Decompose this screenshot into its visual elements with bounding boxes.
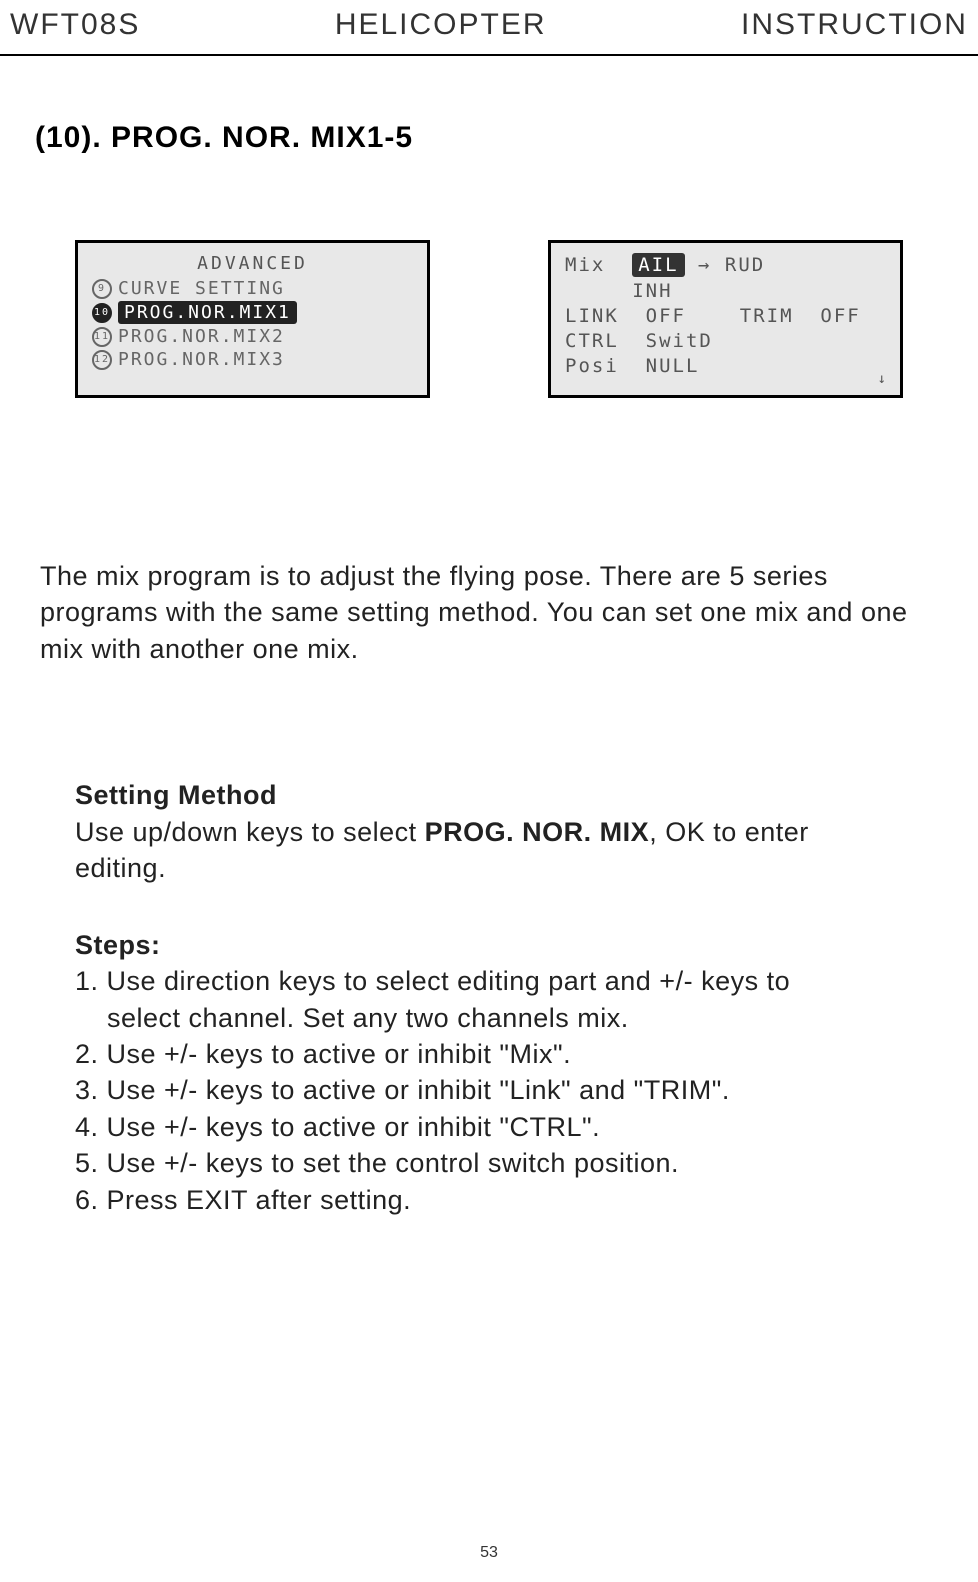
steps-block: Steps: 1. Use direction keys to select e… [75,927,903,1219]
menu-num-icon: 9 [92,279,112,299]
link-value: OFF [646,305,686,327]
menu-num-icon: 11 [92,327,112,347]
description-text: The mix program is to adjust the flying … [40,558,938,667]
menu-item-label: PROG.NOR.MIX1 [118,301,297,324]
posi-row: Posi NULL [565,355,886,377]
step-line: 3. Use +/- keys to active or inhibit "Li… [75,1072,903,1108]
menu-item-prog-mix2: 11 PROG.NOR.MIX2 [92,326,413,347]
step-line: select channel. Set any two channels mix… [75,1000,903,1036]
header-center: HELICOPTER [335,8,547,42]
sm-text-before: Use up/down keys to select [75,817,425,847]
page-header: WFT08S HELICOPTER INSTRUCTION [0,0,978,56]
trim-label: TRIM [740,305,794,327]
step-line: 5. Use +/- keys to set the control switc… [75,1145,903,1181]
step-line: 4. Use +/- keys to active or inhibit "CT… [75,1109,903,1145]
step-line: 2. Use +/- keys to active or inhibit "Mi… [75,1036,903,1072]
mix-row: Mix AIL → RUD [565,253,886,277]
mix-to-value: RUD [725,254,765,276]
ctrl-value: SwitD [646,330,713,352]
sm-bold-term: PROG. NOR. MIX [425,817,650,847]
lcd-screen-advanced: ADVANCED 9 CURVE SETTING 10 PROG.NOR.MIX… [75,240,430,398]
setting-method-section: Setting Method Use up/down keys to selec… [75,777,903,1218]
menu-item-prog-mix3: 12 PROG.NOR.MIX3 [92,349,413,370]
page-number: 53 [480,1544,498,1562]
menu-num-icon: 12 [92,350,112,370]
menu-item-label: PROG.NOR.MIX3 [118,349,285,370]
menu-item-label: PROG.NOR.MIX2 [118,326,285,347]
link-label: LINK [565,305,619,327]
steps-heading: Steps: [75,927,903,963]
step-line: 6. Press EXIT after setting. [75,1182,903,1218]
header-left: WFT08S [10,8,140,42]
mix-label: Mix [565,254,605,276]
lcd-screen-mix: Mix AIL → RUD INH LINK OFF TRIM OFF CTRL… [548,240,903,398]
link-trim-row: LINK OFF TRIM OFF [565,305,886,327]
screens-row: ADVANCED 9 CURVE SETTING 10 PROG.NOR.MIX… [75,240,903,398]
inh-row: INH [565,280,886,302]
ctrl-row: CTRL SwitD [565,330,886,352]
menu-item-curve-setting: 9 CURVE SETTING [92,278,413,299]
mix-from-value: AIL [632,253,684,277]
menu-num-icon: 10 [92,303,112,323]
setting-method-text: Use up/down keys to select PROG. NOR. MI… [75,814,903,887]
screen1-title: ADVANCED [92,253,413,274]
setting-method-heading: Setting Method [75,777,903,813]
header-right: INSTRUCTION [741,8,968,42]
arrow-icon: → [698,254,711,276]
section-title: (10). PROG. NOR. MIX1-5 [35,121,978,155]
trim-value: OFF [820,305,860,327]
inh-value: INH [632,280,672,302]
ctrl-label: CTRL [565,330,619,352]
down-arrow-icon: ↓ [878,371,888,387]
step-line: 1. Use direction keys to select editing … [75,963,903,999]
posi-label: Posi [565,355,619,377]
menu-item-label: CURVE SETTING [118,278,285,299]
posi-value: NULL [646,355,700,377]
menu-item-prog-mix1: 10 PROG.NOR.MIX1 [92,301,413,324]
